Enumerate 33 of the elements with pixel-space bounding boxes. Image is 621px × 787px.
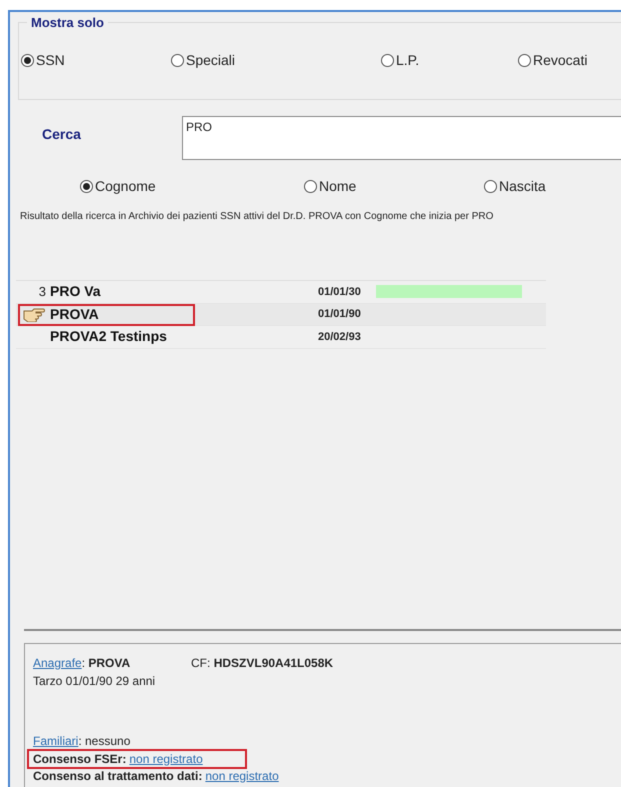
patient-row[interactable]: PROVA 01/01/90 xyxy=(16,304,546,326)
anagrafe-link[interactable]: Anagrafe xyxy=(33,656,82,670)
row-count: 3 xyxy=(38,283,46,301)
radio-button[interactable]: L.P. xyxy=(381,50,518,71)
patient-name: PROVA2 Testinps xyxy=(49,327,168,346)
radio-circle[interactable] xyxy=(21,54,34,67)
consent-label: Consenso FSEr: xyxy=(33,750,126,768)
consent-link[interactable]: non registrato xyxy=(205,766,279,784)
radio-button[interactable]: Speciali xyxy=(171,50,381,71)
patient-row[interactable]: 3 PRO Va 01/01/30 xyxy=(16,281,546,304)
radio-button[interactable]: Cognome xyxy=(80,176,304,197)
birth-date: 20/02/93 xyxy=(318,330,362,344)
radio-circle[interactable] xyxy=(80,180,93,193)
familiari-link[interactable]: Familiari xyxy=(33,732,78,750)
search-field[interactable]: PRO xyxy=(182,116,621,160)
radio-button[interactable]: Nascita xyxy=(484,176,546,197)
radio-button[interactable]: SSN xyxy=(21,50,171,71)
birth-info: Tarzo 01/01/90 29 anni xyxy=(33,673,156,690)
patient-row[interactable]: PROVA2 Testinps 20/02/93 xyxy=(16,326,546,348)
birth-date: 01/01/90 xyxy=(318,307,362,322)
patient-name: PROVA xyxy=(49,304,100,324)
familiari-value: : nessuno xyxy=(78,733,130,750)
result-description: Risultato della ricerca in Archivio dei pazienti SSN attivi del Dr.D. PROVA con Cognome che inizia per PRO xyxy=(20,210,494,224)
fiscal-code: CF: HDSZVL90A41L058K xyxy=(191,655,334,672)
birth-date: 01/01/30 xyxy=(318,284,362,300)
radio-button[interactable]: Nome xyxy=(304,176,484,197)
consent-link[interactable]: non registrato xyxy=(129,750,203,768)
pointing-hand-icon xyxy=(22,306,46,322)
patient-name-label: : PROVA xyxy=(82,656,130,670)
radio-button[interactable]: Revocati xyxy=(518,50,588,71)
consent-label: Consenso al trattamento dati: xyxy=(33,768,202,784)
patient-name: PRO Va xyxy=(49,282,102,302)
search-label: Cerca xyxy=(41,125,82,144)
